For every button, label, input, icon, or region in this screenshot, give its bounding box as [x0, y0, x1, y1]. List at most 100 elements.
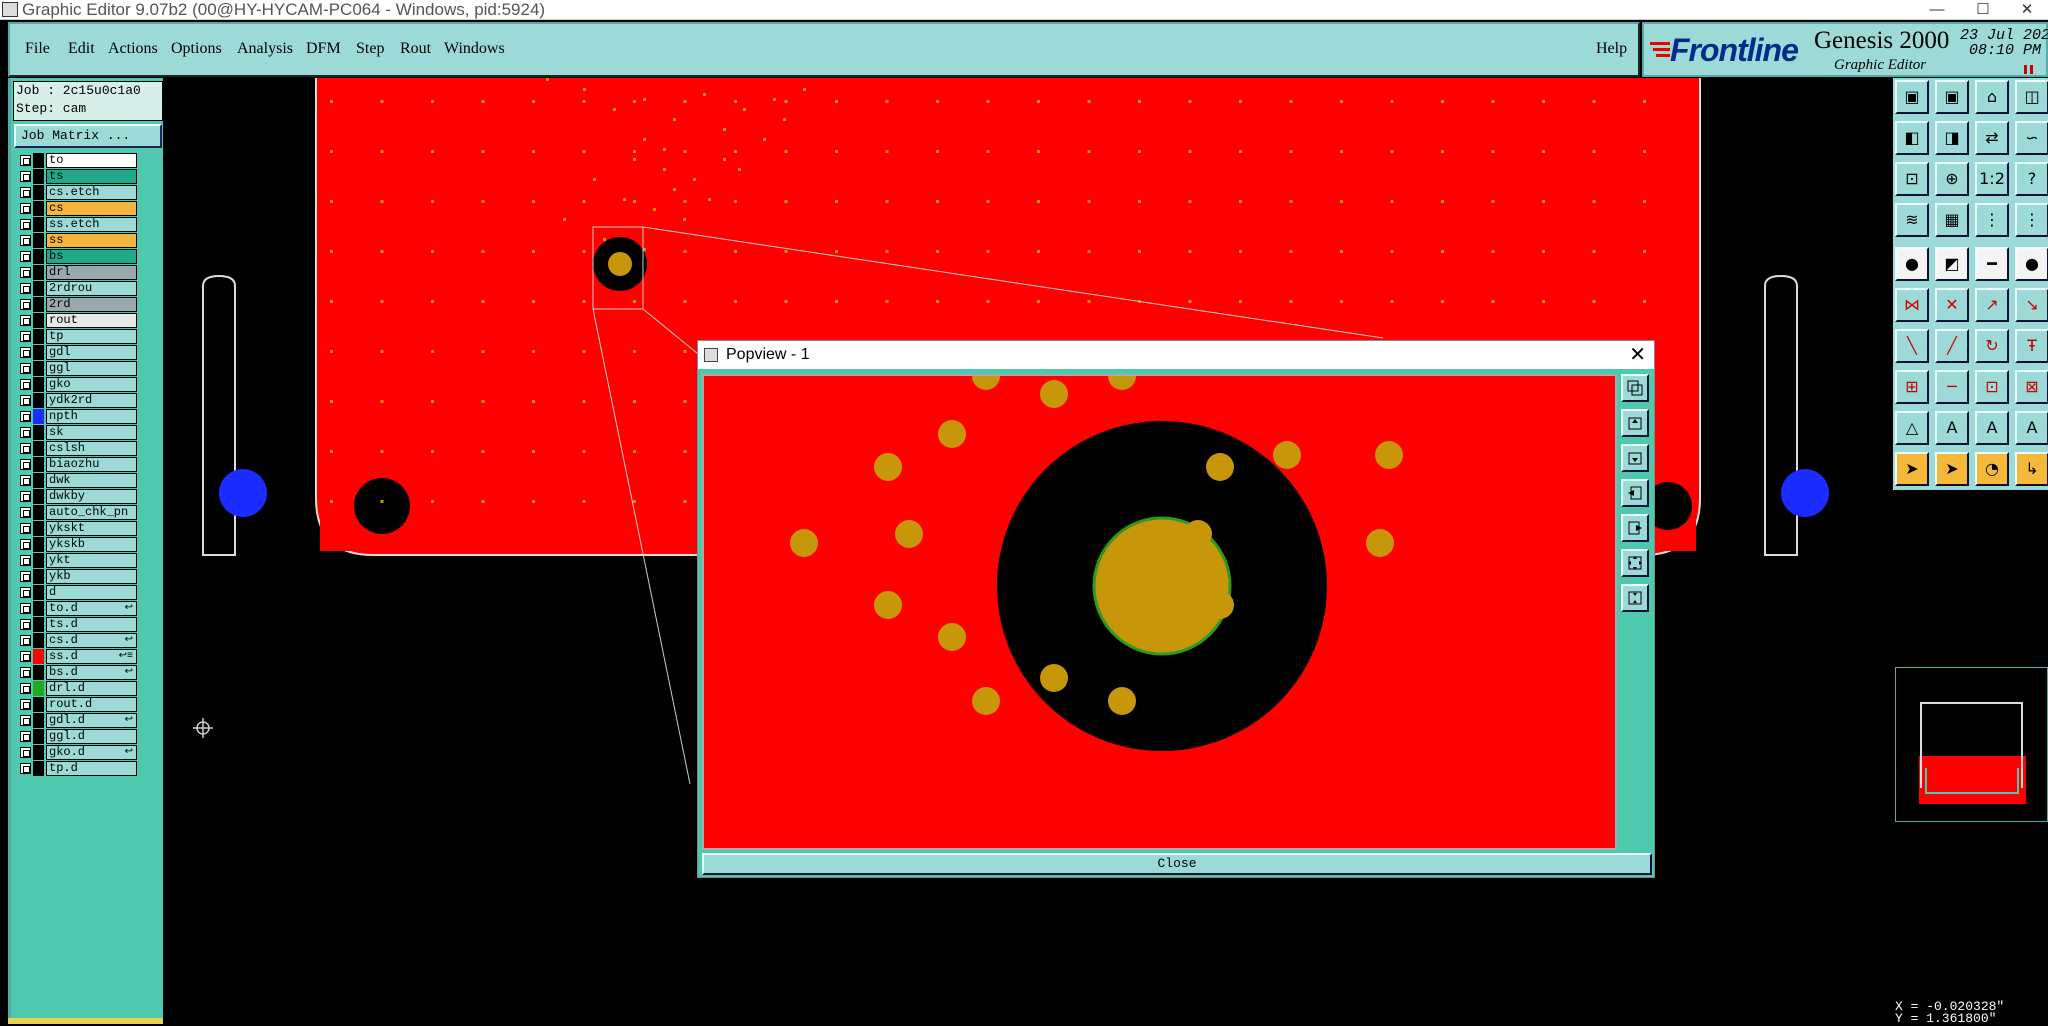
layer-checkbox[interactable]: [20, 731, 31, 742]
move-out-icon[interactable]: [1621, 514, 1649, 542]
layer-checkbox[interactable]: [20, 683, 31, 694]
route-icon[interactable]: ↳: [2015, 452, 2048, 486]
layer-name[interactable]: rout.d: [46, 697, 137, 712]
layer-name[interactable]: ss.d ↩≡: [46, 649, 137, 664]
contract-icon[interactable]: [1621, 584, 1649, 612]
layer-checkbox[interactable]: [20, 459, 31, 470]
upload-icon[interactable]: [1621, 409, 1649, 437]
layer-name[interactable]: gdl: [46, 345, 137, 360]
layer-in-icon[interactable]: ◧: [1895, 121, 1929, 155]
layer-color-swatch[interactable]: [33, 185, 44, 200]
layer-row-cs[interactable]: cs: [16, 201, 137, 216]
layer-color-swatch[interactable]: [33, 521, 44, 536]
layer-color-swatch[interactable]: [33, 489, 44, 504]
layer-row-cs-etch[interactable]: cs.etch: [16, 185, 137, 200]
layer-color-swatch[interactable]: [33, 313, 44, 328]
layer-row-bs-d[interactable]: bs.d ↩: [16, 665, 137, 680]
layer-name[interactable]: gko.d ↩: [46, 745, 137, 760]
layer-checkbox[interactable]: [20, 523, 31, 534]
layer-color-swatch[interactable]: [33, 265, 44, 280]
tri-icon[interactable]: △: [1895, 411, 1929, 445]
layer-color-swatch[interactable]: [33, 233, 44, 248]
minus-icon[interactable]: ─: [1935, 370, 1969, 404]
layer-color-swatch[interactable]: [33, 601, 44, 616]
open-job-icon[interactable]: ▣: [1895, 80, 1929, 114]
layer-row-ykskt[interactable]: ykskt: [16, 521, 137, 536]
layer-checkbox[interactable]: [20, 491, 31, 502]
layer-name[interactable]: drl.d: [46, 681, 137, 696]
menu-actions[interactable]: Actions: [108, 40, 158, 58]
menu-windows[interactable]: Windows: [444, 40, 505, 58]
pin-icon[interactable]: ⋮: [1975, 203, 2009, 237]
layer-checkbox[interactable]: [20, 651, 31, 662]
curve-icon[interactable]: ↘: [2015, 288, 2048, 322]
layer-row-ggl-d[interactable]: ggl.d: [16, 729, 137, 744]
layer-color-swatch[interactable]: [33, 409, 44, 424]
layer-row-ydk2rd[interactable]: ydk2rd: [16, 393, 137, 408]
select-icon[interactable]: ➤: [1935, 452, 1969, 486]
layer-checkbox[interactable]: [20, 395, 31, 406]
zoom-center-icon[interactable]: ⊕: [1935, 162, 1969, 196]
layer-checkbox[interactable]: [20, 267, 31, 278]
layer-color-swatch[interactable]: [33, 201, 44, 216]
layer-color-swatch[interactable]: [33, 329, 44, 344]
layer-color-swatch[interactable]: [33, 169, 44, 184]
popview-close-button[interactable]: Close: [702, 853, 1652, 875]
layer-checkbox[interactable]: [20, 587, 31, 598]
layer-row-rout[interactable]: rout: [16, 313, 137, 328]
arc-point-icon[interactable]: ↗: [1975, 288, 2009, 322]
layer-row-2rd[interactable]: 2rd: [16, 297, 137, 312]
layer-color-swatch[interactable]: [33, 249, 44, 264]
layer-name[interactable]: biaozhu: [46, 457, 137, 472]
layer-row-ggl[interactable]: ggl: [16, 361, 137, 376]
layer-row-bs[interactable]: bs: [16, 249, 137, 264]
layer-name[interactable]: gko: [46, 377, 137, 392]
menu-help[interactable]: Help: [1596, 40, 1627, 58]
layer-checkbox[interactable]: [20, 555, 31, 566]
layer-color-swatch[interactable]: [33, 361, 44, 376]
layer-checkbox[interactable]: [20, 379, 31, 390]
layer-checkbox[interactable]: [20, 427, 31, 438]
layer-row-gdl[interactable]: gdl: [16, 345, 137, 360]
layer-color-swatch[interactable]: [33, 153, 44, 168]
layer-checkbox[interactable]: [20, 699, 31, 710]
layer-checkbox[interactable]: [20, 747, 31, 758]
layer-row-to[interactable]: to: [16, 153, 137, 168]
line-color-icon[interactable]: ◩: [1935, 247, 1969, 281]
layer-row-ss[interactable]: ss: [16, 233, 137, 248]
layer-row-biaozhu[interactable]: biaozhu: [16, 457, 137, 472]
layer-name[interactable]: ts.d: [46, 617, 137, 632]
cross-icon[interactable]: ✕: [1935, 288, 1969, 322]
save-icon[interactable]: ▣: [1935, 80, 1969, 114]
layer-name[interactable]: bs.d ↩: [46, 665, 137, 680]
layer-color-swatch[interactable]: [33, 345, 44, 360]
popview-close-x[interactable]: ✕: [1629, 341, 1646, 369]
layer-color-swatch[interactable]: [33, 761, 44, 776]
home-icon[interactable]: ⌂: [1975, 80, 2009, 114]
layer-color-swatch[interactable]: [33, 377, 44, 392]
move-in-icon[interactable]: [1621, 479, 1649, 507]
download-icon[interactable]: [1621, 444, 1649, 472]
zoom-fit-icon[interactable]: ⊡: [1895, 162, 1929, 196]
layer-row-sk[interactable]: sk: [16, 425, 137, 440]
layer-name[interactable]: 2rdrou: [46, 281, 137, 296]
menu-dfm[interactable]: DFM: [306, 40, 341, 58]
layer-name[interactable]: to.d ↩: [46, 601, 137, 616]
menu-edit[interactable]: Edit: [68, 40, 95, 58]
layer-row-gdl-d[interactable]: gdl.d ↩: [16, 713, 137, 728]
layer-name[interactable]: rout: [46, 313, 137, 328]
layer-name[interactable]: ts: [46, 169, 137, 184]
layer-checkbox[interactable]: [20, 219, 31, 230]
layer-color-swatch[interactable]: [33, 505, 44, 520]
layer-checkbox[interactable]: [20, 475, 31, 486]
window-stack-icon[interactable]: [1621, 374, 1649, 402]
layer-checkbox[interactable]: [20, 283, 31, 294]
layer-checkbox[interactable]: [20, 203, 31, 214]
layer-checkbox[interactable]: [20, 603, 31, 614]
measure-icon[interactable]: ≋: [1895, 203, 1929, 237]
layer-color-swatch[interactable]: [33, 457, 44, 472]
layer-row-npth[interactable]: npth: [16, 409, 137, 424]
layer-checkbox[interactable]: [20, 411, 31, 422]
a3-icon[interactable]: A: [2015, 411, 2048, 445]
minimize-button[interactable]: —: [1914, 0, 1960, 20]
